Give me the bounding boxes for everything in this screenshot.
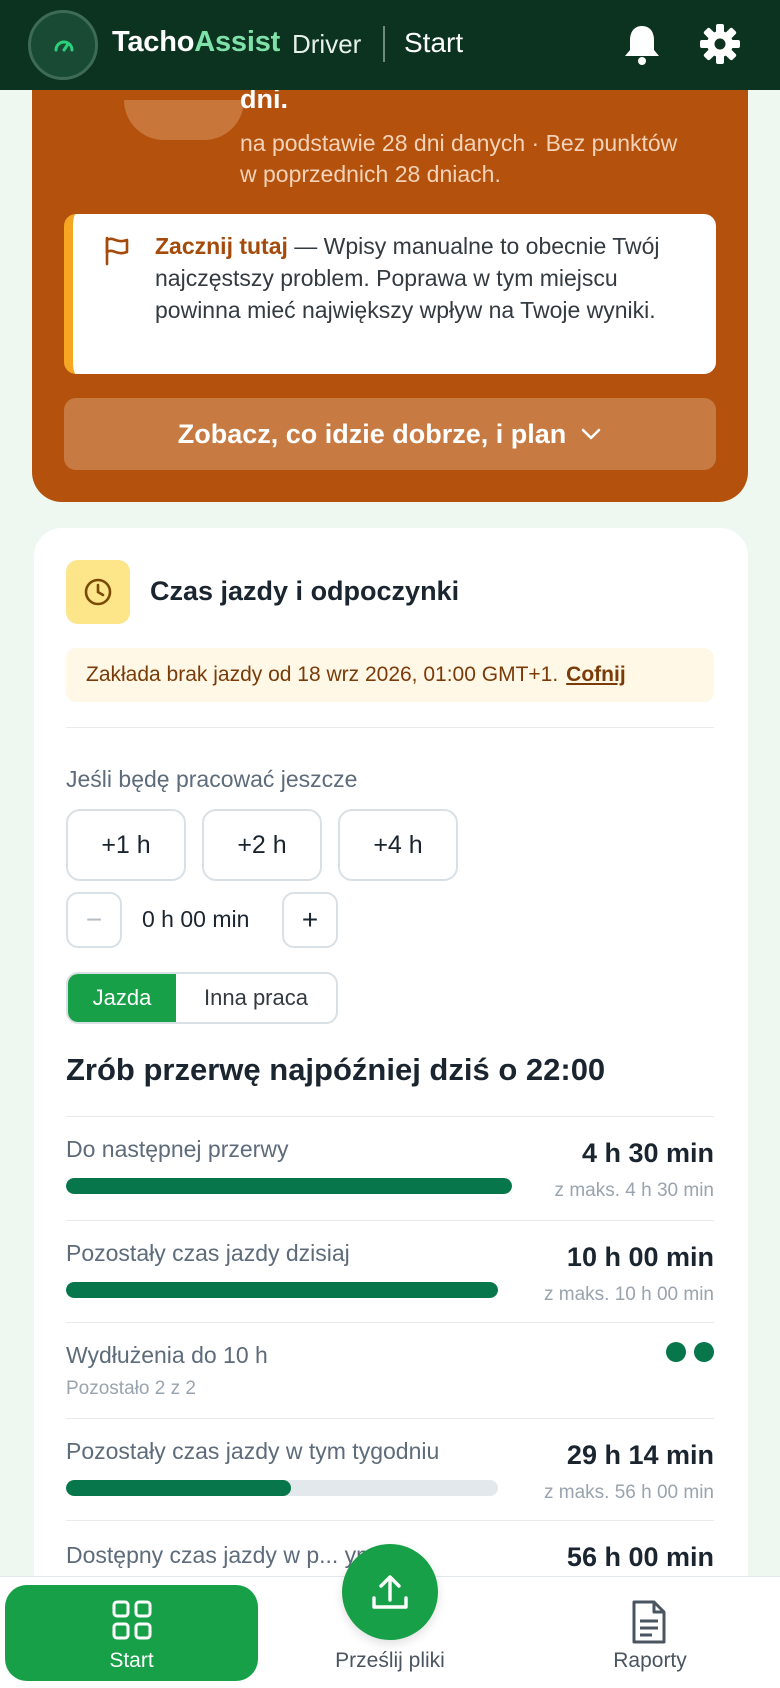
notifications-button[interactable] — [621, 22, 663, 66]
chevron-down-icon — [581, 428, 601, 440]
show-plan-button[interactable]: Zobacz, co idzie dobrze, i plan — [64, 398, 716, 470]
row-value: 4 h 30 min — [581, 1138, 714, 1168]
row-value: 10 h 00 min — [566, 1242, 714, 1272]
nav-upload-label[interactable]: Prześlij pliki — [300, 1649, 480, 1673]
app-bar: TachoAssist Driver Start — [0, 0, 780, 90]
bell-icon — [625, 26, 659, 65]
row-max: z maks. 4 h 30 min — [554, 1180, 714, 1201]
document-icon[interactable] — [628, 1599, 668, 1645]
divider — [66, 727, 714, 728]
row-label: Dostępny czas jazdy w p... ym — [66, 1542, 376, 1568]
if-work-label: Jeśli będę pracować jeszcze — [66, 766, 358, 792]
decrement-button[interactable]: − — [66, 892, 122, 948]
driving-time-card — [34, 528, 748, 1688]
page-title: Start — [404, 27, 464, 58]
score-ring-decoration — [124, 100, 244, 140]
upload-icon — [372, 1575, 408, 1609]
increment-button[interactable]: + — [282, 892, 338, 948]
start-here-callout: Zacznij tutaj — Wpisy manualne to obecni… — [64, 214, 716, 374]
appbar-divider — [383, 26, 385, 62]
nav-start[interactable]: Start — [5, 1585, 258, 1681]
show-plan-label: Zobacz, co idzie dobrze, i plan — [177, 418, 567, 449]
progress-fill — [66, 1480, 291, 1496]
break-deadline-headline: Zrób przerwę najpóźniej dziś o 22:00 — [66, 1052, 606, 1087]
logo[interactable] — [28, 10, 98, 80]
add-1h-button[interactable]: +1 h — [66, 809, 186, 881]
divider — [66, 1116, 714, 1117]
row-max: z maks. 10 h 00 min — [543, 1284, 714, 1305]
row-label: Pozostały czas jazdy dzisiaj — [66, 1240, 350, 1266]
brand-name: TachoAssist — [112, 26, 281, 58]
nav-start-label: Start — [109, 1649, 154, 1672]
extension-dot — [694, 1342, 714, 1362]
upload-files-button[interactable] — [342, 1544, 438, 1640]
assumption-banner: Zakłada brak jazdy od 18 wrz 2026, 01:00… — [66, 648, 714, 702]
flag-icon — [105, 236, 129, 266]
extra-time-value: 0 h 00 min — [142, 906, 250, 932]
add-2h-button[interactable]: +2 h — [202, 809, 322, 881]
progress-bar — [66, 1480, 498, 1496]
nav-reports-label[interactable]: Raporty — [570, 1649, 730, 1673]
segment-other-work[interactable]: Inna praca — [176, 974, 336, 1022]
gear-icon — [700, 24, 740, 64]
divider — [66, 1520, 714, 1521]
row-value: 56 h 00 min — [566, 1542, 714, 1572]
driving-card-title: Czas jazdy i odpoczynki — [150, 576, 460, 606]
callout-strong: Zacznij tutaj — [155, 233, 288, 259]
gauge-icon — [54, 40, 74, 52]
row-sub: Pozostało 2 z 2 — [66, 1378, 196, 1399]
row-max: z maks. 56 h 00 min — [543, 1482, 714, 1503]
add-4h-button[interactable]: +4 h — [338, 809, 458, 881]
summary-subtext: na podstawie 28 dni danych · Bez punktów… — [240, 130, 678, 187]
progress-bar — [66, 1178, 512, 1194]
progress-fill — [66, 1282, 498, 1298]
extension-dot — [666, 1342, 686, 1362]
brand-role: Driver — [292, 29, 362, 59]
divider — [66, 1418, 714, 1419]
assumption-text: Zakłada brak jazdy od 18 wrz 2026, 01:00… — [86, 663, 559, 686]
progress-fill — [66, 1178, 512, 1194]
clock-icon — [84, 578, 112, 606]
divider — [66, 1322, 714, 1323]
segment-driving[interactable]: Jazda — [68, 974, 176, 1022]
undo-link[interactable]: Cofnij — [566, 663, 625, 686]
row-label: Wydłużenia do 10 h — [66, 1342, 268, 1368]
grid-icon — [112, 1600, 152, 1640]
settings-button[interactable] — [698, 22, 742, 66]
divider — [66, 1220, 714, 1221]
row-value: 29 h 14 min — [566, 1440, 714, 1470]
clock-tile — [66, 560, 130, 624]
progress-bar — [66, 1282, 498, 1298]
row-label: Do następnej przerwy — [66, 1136, 289, 1162]
activity-toggle: Jazda Inna praca — [66, 972, 338, 1024]
row-label: Pozostały czas jazdy w tym tygodniu — [66, 1438, 440, 1464]
